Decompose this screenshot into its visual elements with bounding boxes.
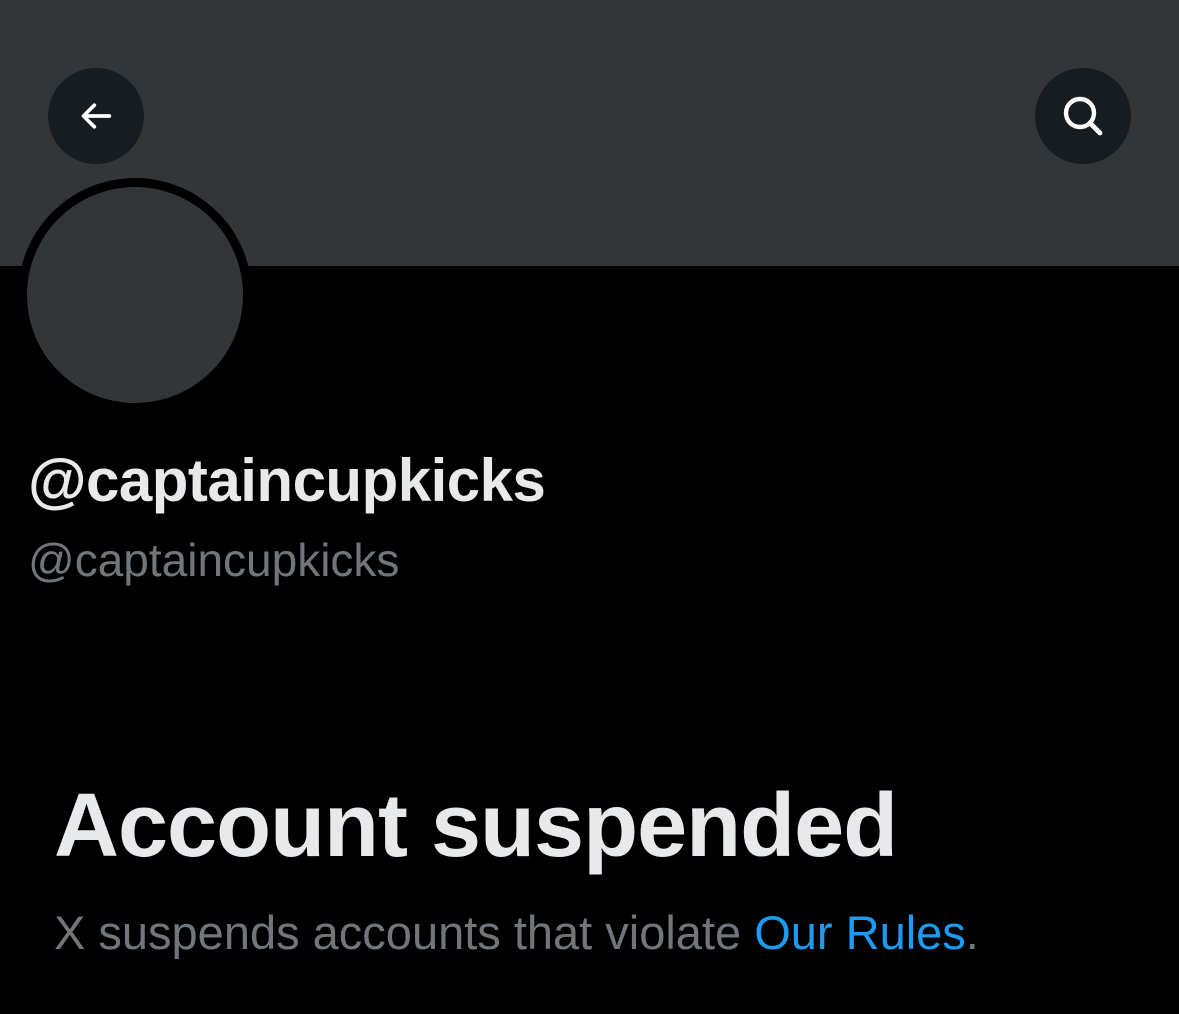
search-icon [1063,96,1103,136]
suspended-description: X suspends accounts that violate Our Rul… [54,905,979,960]
our-rules-link[interactable]: Our Rules [754,906,966,959]
suspended-text-after: . [965,906,979,959]
profile-display-name: @captaincupkicks [28,447,546,514]
suspended-text-before: X suspends accounts that violate [54,906,755,959]
back-button[interactable] [48,68,144,164]
avatar[interactable] [27,187,243,403]
search-button[interactable] [1035,68,1131,164]
suspended-title: Account suspended [54,776,898,876]
avatar-ring [18,178,252,412]
profile-handle: @captaincupkicks [28,534,400,586]
arrow-left-icon [81,103,112,129]
